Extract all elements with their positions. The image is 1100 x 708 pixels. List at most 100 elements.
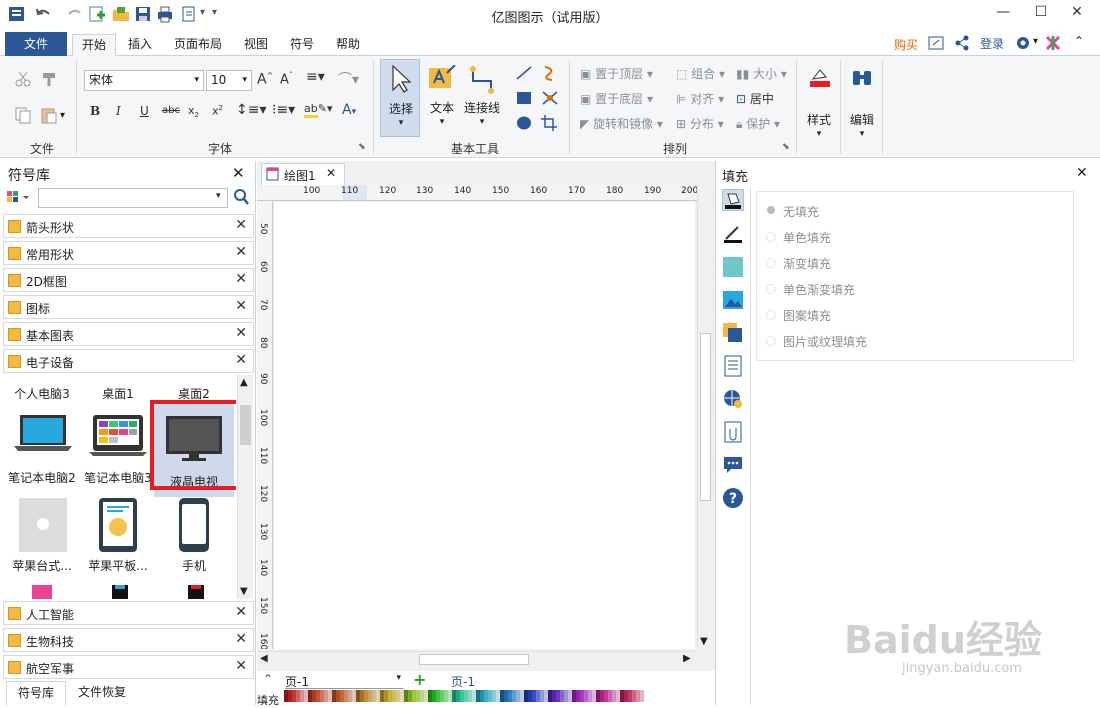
buy-link[interactable]: 购买 xyxy=(894,36,918,53)
category-common-shapes[interactable]: 常用形状 ✕ xyxy=(3,241,254,265)
line-spacing-icon[interactable]: ↕≡▾ xyxy=(236,102,267,118)
text-curve-icon[interactable]: ⌒▾ xyxy=(338,69,359,89)
superscript-button[interactable]: x2 xyxy=(212,104,223,118)
copy-icon[interactable] xyxy=(14,106,32,127)
canvas-horizontal-scrollbar[interactable]: ◀ ▶ xyxy=(257,651,697,667)
select-tool-button[interactable]: 选择 ▾ xyxy=(380,59,420,137)
close-button[interactable]: ✕ xyxy=(1062,4,1092,24)
font-size-combo[interactable]: 10 ▾ xyxy=(206,70,252,91)
size-button[interactable]: ▮▮ 大小 ▾ xyxy=(736,65,787,82)
tab-insert[interactable]: 插入 xyxy=(120,34,160,56)
align-button[interactable]: ⊫ 对齐 ▾ xyxy=(676,90,724,107)
symbol-printer-partial[interactable] xyxy=(186,581,206,599)
curve-tool-icon[interactable] xyxy=(540,64,560,85)
category-icons[interactable]: 图标 ✕ xyxy=(3,295,254,319)
font-shrink-button[interactable]: Aˇ xyxy=(280,71,293,87)
scroll-down-icon[interactable]: ▼ xyxy=(240,586,248,597)
hyperlink-globe-icon[interactable] xyxy=(722,388,744,410)
color-palette[interactable] xyxy=(284,690,644,702)
share-icon[interactable] xyxy=(954,35,970,54)
symbol-laptop-2[interactable]: 笔记本电脑2 xyxy=(4,409,80,489)
symbol-apple-tablet[interactable]: 苹果平板... xyxy=(80,495,156,575)
search-icon[interactable] xyxy=(233,188,249,209)
crop-tool-icon[interactable] xyxy=(540,114,560,135)
underline-button[interactable]: U xyxy=(140,104,149,118)
edit-button[interactable]: 编辑 ▾ xyxy=(843,59,881,149)
tab-symbols[interactable]: 符号 xyxy=(282,34,322,56)
radio-solid-fill[interactable] xyxy=(766,232,776,242)
shadow-tab-icon[interactable] xyxy=(722,256,744,278)
strikethrough-button[interactable]: abc xyxy=(162,105,180,116)
theme-icon[interactable] xyxy=(1044,34,1062,55)
login-link[interactable]: 登录 xyxy=(980,35,1004,52)
connector-tool-button[interactable]: 连接线 ▾ xyxy=(461,59,503,137)
fill-panel-close-icon[interactable]: ✕ xyxy=(1076,165,1088,181)
page-select[interactable]: 页-1 ▾ xyxy=(285,673,403,689)
category-close-icon[interactable]: ✕ xyxy=(235,604,247,620)
vscroll-thumb[interactable] xyxy=(700,333,711,501)
radio-no-fill[interactable] xyxy=(767,206,775,214)
category-aerospace[interactable]: 航空军事 ✕ xyxy=(3,655,254,679)
category-close-icon[interactable]: ✕ xyxy=(235,631,247,647)
symbol-laptop-3[interactable]: 笔记本电脑3 xyxy=(80,409,156,489)
tab-home[interactable]: 开始 xyxy=(72,34,116,56)
share-screen-icon[interactable] xyxy=(928,35,944,54)
category-close-icon[interactable]: ✕ xyxy=(235,658,247,674)
maximize-button[interactable]: ☐ xyxy=(1026,4,1056,24)
group-button[interactable]: ⬚ 组合 ▾ xyxy=(676,65,725,82)
line-tool-icon[interactable] xyxy=(514,64,534,85)
attachment-icon[interactable] xyxy=(722,421,744,443)
collapse-ribbon-icon[interactable]: ⌃ xyxy=(1074,34,1084,48)
paste-icon[interactable] xyxy=(40,106,58,127)
comment-icon[interactable] xyxy=(722,454,744,476)
paste-dropdown-icon[interactable]: ▾ xyxy=(60,110,65,121)
page-tab-current[interactable]: 页-1 xyxy=(451,673,475,690)
text-tool-button[interactable]: 文本 ▾ xyxy=(424,59,460,137)
tab-view[interactable]: 视图 xyxy=(236,34,276,56)
font-name-combo[interactable]: 宋体 ▾ xyxy=(84,70,204,91)
rotate-mirror-button[interactable]: ◤ 旋转和镜像 ▾ xyxy=(580,115,663,132)
canvas-vertical-scrollbar[interactable]: ▼ xyxy=(697,185,713,649)
category-close-icon[interactable]: ✕ xyxy=(235,217,247,233)
symbol-scrollbar[interactable]: ▲ ▼ xyxy=(237,375,253,599)
style-button[interactable]: 样式 ▾ xyxy=(800,59,838,149)
category-close-icon[interactable]: ✕ xyxy=(235,271,247,287)
ellipse-tool-icon[interactable] xyxy=(514,114,534,135)
bottom-tab-file-recovery[interactable]: 文件恢复 xyxy=(72,681,132,705)
category-electronics[interactable]: 电子设备 ✕ xyxy=(3,349,254,373)
layer-tab-icon[interactable] xyxy=(722,322,744,344)
library-search-input[interactable] xyxy=(38,188,228,208)
arrange-dialog-launcher-icon[interactable]: ⬊ xyxy=(782,142,790,152)
radio-pattern-fill[interactable] xyxy=(766,310,776,320)
font-dialog-launcher-icon[interactable]: ⬊ xyxy=(358,142,366,152)
doc-tab[interactable]: 绘图1 ✕ xyxy=(261,163,345,185)
italic-button[interactable]: I xyxy=(116,104,121,118)
scroll-thumb[interactable] xyxy=(240,405,251,445)
search-dropdown-icon[interactable]: ▾ xyxy=(216,191,221,201)
category-close-icon[interactable]: ✕ xyxy=(235,325,247,341)
image-tab-icon[interactable] xyxy=(722,289,744,311)
symbol-printer-partial[interactable] xyxy=(110,581,130,599)
symbol-apple-desktop[interactable]: 苹果台式... xyxy=(4,495,80,575)
category-basic-charts[interactable]: 基本图表 ✕ xyxy=(3,322,254,346)
scroll-up-icon[interactable]: ▲ xyxy=(240,377,248,388)
line-tab-icon[interactable] xyxy=(722,223,744,245)
rectangle-tool-icon[interactable] xyxy=(514,89,534,110)
category-close-icon[interactable]: ✕ xyxy=(235,352,247,368)
format-painter-icon[interactable] xyxy=(40,70,58,91)
bullet-list-icon[interactable]: ⁝≡▾ xyxy=(272,102,295,118)
symbol-printer-partial[interactable] xyxy=(30,581,54,599)
category-biotech[interactable]: 生物科技 ✕ xyxy=(3,628,254,652)
drawing-canvas[interactable] xyxy=(274,202,695,649)
symbol-mobile-phone[interactable]: 手机 xyxy=(156,495,232,575)
bold-button[interactable]: B xyxy=(90,104,100,118)
radio-picture-fill[interactable] xyxy=(766,336,776,346)
fill-tab-icon[interactable] xyxy=(722,189,744,211)
library-close-icon[interactable]: ✕ xyxy=(232,164,245,182)
library-menu-icon[interactable] xyxy=(6,189,34,208)
category-close-icon[interactable]: ✕ xyxy=(235,244,247,260)
protect-button[interactable]: 🔒︎ 保护 ▾ xyxy=(736,115,780,132)
page-properties-icon[interactable] xyxy=(722,355,744,377)
subscript-button[interactable]: x2 xyxy=(188,104,199,119)
category-close-icon[interactable]: ✕ xyxy=(235,298,247,314)
